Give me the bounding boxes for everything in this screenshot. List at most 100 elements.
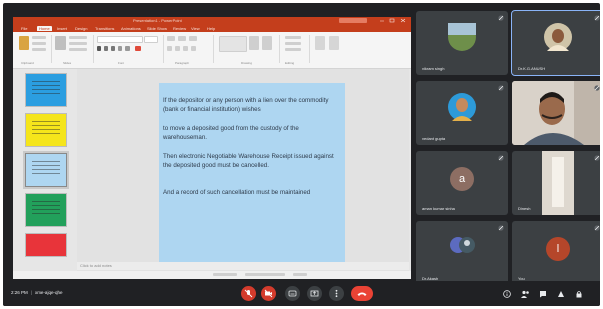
slide-thumbnail-4[interactable] <box>25 193 67 227</box>
tab-slide-show[interactable]: Slide Show <box>147 26 167 31</box>
shared-screen-powerpoint: Presentation1 - PowerPoint File Home Ins… <box>13 17 411 279</box>
participant-tile[interactable]: Dinesh <box>512 151 600 215</box>
participant-name: vedant gupta <box>422 136 446 141</box>
tab-view[interactable]: View <box>191 26 200 31</box>
font-size-select[interactable] <box>144 36 158 43</box>
participant-tile[interactable]: Dr.Akash <box>416 221 508 285</box>
meeting-control-bar: 2:26 PM | xme-ajqe-qhe <box>3 281 600 306</box>
more-options-button[interactable] <box>329 286 344 301</box>
slide-bullet-3: Then electronic Negotiable Warehouse Rec… <box>163 153 334 169</box>
slide-thumbnail-5[interactable] <box>25 233 67 257</box>
ribbon-group-slides: Slides <box>63 61 72 65</box>
fit-slide-button[interactable] <box>293 273 307 276</box>
participant-name: Dr.K.G.ANUSH <box>518 66 546 71</box>
mic-toggle-button[interactable] <box>241 286 256 301</box>
font-name-select[interactable] <box>97 36 143 43</box>
mic-off-icon <box>244 289 253 298</box>
captions-button[interactable] <box>285 286 300 301</box>
cut-button[interactable] <box>32 36 46 39</box>
present-button[interactable] <box>307 286 322 301</box>
indent-button[interactable] <box>189 36 197 41</box>
paste-button[interactable] <box>19 36 29 50</box>
slide-thumbnail-1[interactable] <box>25 73 67 107</box>
section-button[interactable] <box>69 48 87 51</box>
arrange-button[interactable] <box>249 36 259 50</box>
ppt-title-bar: Presentation1 - PowerPoint <box>13 17 411 25</box>
info-icon[interactable] <box>503 290 511 298</box>
quick-styles-button[interactable] <box>262 36 272 50</box>
bullets-button[interactable] <box>167 36 175 41</box>
dictate-button[interactable] <box>315 36 325 50</box>
slide-bullet-2: to move a deposited good from the custod… <box>163 125 299 141</box>
copy-button[interactable] <box>32 42 46 45</box>
italic-button[interactable] <box>104 46 108 51</box>
tab-review[interactable]: Review <box>173 26 186 31</box>
font-color-button[interactable] <box>135 46 141 51</box>
participant-video <box>512 81 600 145</box>
slide-bullet-1: If the depositor or any person with a li… <box>163 97 329 113</box>
tab-insert[interactable]: Insert <box>57 26 67 31</box>
char-spacing-button[interactable] <box>125 46 130 51</box>
justify-button[interactable] <box>191 46 196 51</box>
maximize-icon[interactable] <box>389 18 395 23</box>
replace-button[interactable] <box>285 42 301 45</box>
find-button[interactable] <box>285 36 301 39</box>
minimize-icon[interactable] <box>379 18 385 23</box>
new-slide-button[interactable] <box>55 36 66 50</box>
camera-toggle-button[interactable] <box>261 286 276 301</box>
participant-photo <box>542 151 574 215</box>
activities-icon[interactable] <box>557 290 565 298</box>
participant-avatar: a <box>450 167 474 191</box>
notes-pane[interactable]: Click to add notes <box>77 262 409 270</box>
current-slide[interactable]: If the depositor or any person with a li… <box>159 83 345 264</box>
leave-call-button[interactable] <box>351 286 373 301</box>
format-painter-button[interactable] <box>32 48 46 51</box>
tab-file[interactable]: File <box>21 26 27 31</box>
shapes-gallery[interactable] <box>219 36 247 52</box>
align-right-button[interactable] <box>183 46 188 51</box>
slide-thumbnail-3[interactable] <box>23 151 69 189</box>
present-icon <box>310 290 319 297</box>
reset-button[interactable] <box>69 42 87 45</box>
captions-icon <box>288 290 297 297</box>
ppt-status-bar <box>13 271 411 279</box>
ppt-ribbon: Clipboard Slides Font Paragraph Drawing … <box>13 32 411 69</box>
zoom-slider[interactable] <box>245 273 285 276</box>
participant-tile[interactable] <box>512 81 600 145</box>
tab-animations[interactable]: Animations <box>121 26 141 31</box>
mic-off-icon <box>498 85 504 91</box>
mic-off-icon <box>594 15 600 21</box>
slide-editing-area: If the depositor or any person with a li… <box>77 69 409 272</box>
layout-button[interactable] <box>69 36 87 39</box>
ribbon-group-font: Font <box>118 61 125 65</box>
strikethrough-button[interactable] <box>118 46 122 51</box>
notes-placeholder: Click to add notes <box>80 263 112 268</box>
numbering-button[interactable] <box>178 36 186 41</box>
participant-tile-self[interactable]: l You <box>512 221 600 285</box>
participant-tile[interactable]: vikram singh <box>416 11 508 75</box>
underline-button[interactable] <box>111 46 115 51</box>
lock-icon[interactable] <box>575 290 583 298</box>
ribbon-group-editing: Editing <box>285 61 295 65</box>
participant-tile[interactable]: a aman kumar sinha <box>416 151 508 215</box>
select-button[interactable] <box>285 48 301 51</box>
tab-home[interactable]: Home <box>37 26 52 31</box>
view-buttons[interactable] <box>213 273 237 276</box>
tab-design[interactable]: Design <box>75 26 87 31</box>
participant-tile[interactable]: vedant gupta <box>416 81 508 145</box>
align-center-button[interactable] <box>175 46 180 51</box>
tab-transitions[interactable]: Transitions <box>95 26 114 31</box>
slide-bullet-4: And a record of such cancellation must b… <box>163 189 311 196</box>
designer-button[interactable] <box>329 36 339 50</box>
ribbon-group-clipboard: Clipboard <box>21 61 34 65</box>
participant-photo <box>450 237 475 253</box>
chat-icon[interactable] <box>539 290 547 298</box>
participant-photo <box>448 93 476 121</box>
bold-button[interactable] <box>97 46 101 51</box>
people-icon[interactable] <box>521 290 530 298</box>
close-icon[interactable] <box>400 18 406 23</box>
tab-help[interactable]: Help <box>207 26 215 31</box>
participant-tile[interactable]: Dr.K.G.ANUSH <box>511 10 600 76</box>
align-left-button[interactable] <box>167 46 172 51</box>
slide-thumbnail-2[interactable] <box>25 113 67 147</box>
